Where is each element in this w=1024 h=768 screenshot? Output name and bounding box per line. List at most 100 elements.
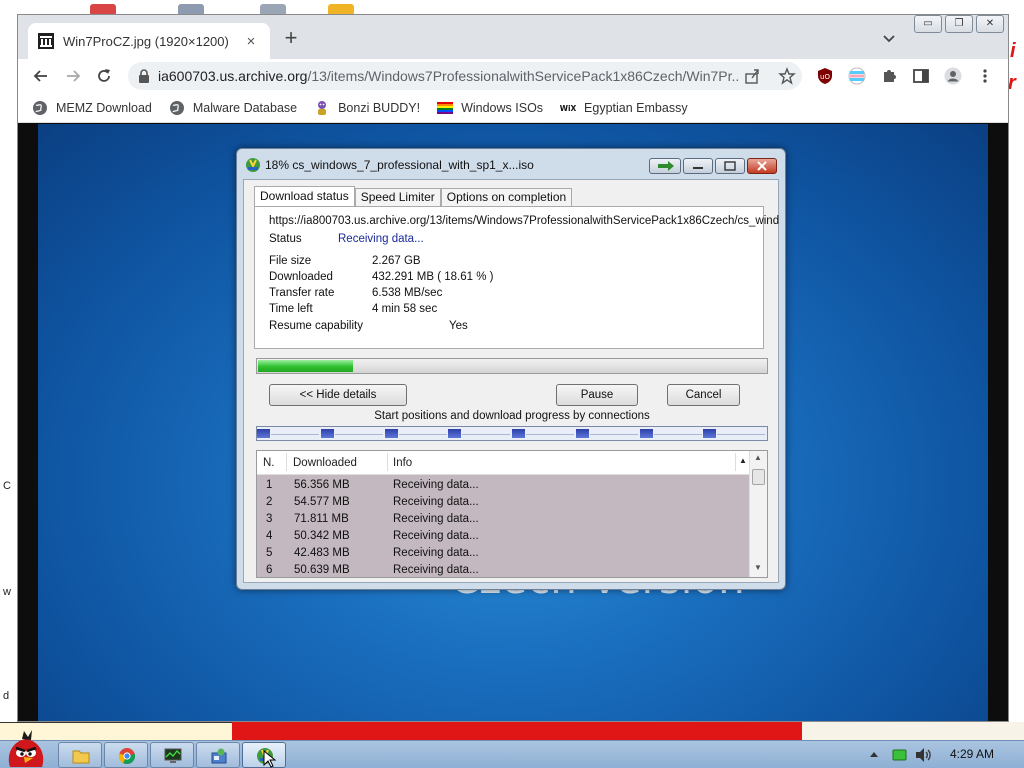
cell-downloaded: 50.342 MB bbox=[294, 530, 350, 542]
back-arrow-icon[interactable] bbox=[32, 67, 50, 85]
extension-icon[interactable] bbox=[848, 67, 866, 85]
start-button-angry-bird-icon[interactable] bbox=[4, 727, 48, 768]
column-header-downloaded[interactable]: Downloaded bbox=[293, 457, 357, 469]
detail-label: Transfer rate bbox=[269, 287, 335, 299]
bookmarks-bar: MEMZ Download Malware Database Bonzi BUD… bbox=[18, 93, 1008, 123]
dialog-hide-to-tray-button[interactable] bbox=[649, 158, 681, 174]
connection-track bbox=[462, 434, 510, 435]
taskbar-task-manager[interactable] bbox=[150, 742, 194, 768]
window-controls: ▭ ❐ ✕ bbox=[914, 15, 1008, 35]
tab-close-icon[interactable]: × bbox=[242, 33, 260, 50]
minimize-button[interactable]: ▭ bbox=[914, 15, 942, 33]
volume-icon[interactable] bbox=[914, 747, 932, 763]
bonzi-icon bbox=[318, 100, 327, 115]
address-bar[interactable]: ia600703.us.archive.org/13/items/Windows… bbox=[128, 62, 802, 90]
taskbar-idm[interactable] bbox=[242, 742, 286, 768]
bookmark-windows-isos[interactable]: Windows ISOs bbox=[437, 100, 543, 116]
bookmark-memz[interactable]: MEMZ Download bbox=[32, 100, 152, 116]
bookmark-label: Egyptian Embassy bbox=[584, 100, 688, 115]
show-hidden-icons-icon[interactable] bbox=[868, 749, 880, 761]
tab-search-icon[interactable] bbox=[880, 29, 898, 47]
close-button[interactable]: ✕ bbox=[976, 15, 1004, 33]
connections-list-header: N. Downloaded Info ▲ bbox=[257, 451, 749, 475]
connection-segment bbox=[703, 429, 716, 438]
status-value: Receiving data... bbox=[338, 233, 424, 245]
dialog-tabs: Download status Speed Limiter Options on… bbox=[254, 186, 573, 207]
dialog-title: 18% cs_windows_7_professional_with_sp1_x… bbox=[265, 158, 534, 172]
connections-rows: 1 56.356 MB Receiving data... 2 54.577 M… bbox=[257, 475, 749, 577]
detail-value: 6.538 MB/sec bbox=[372, 287, 443, 299]
installer-icon bbox=[211, 748, 227, 764]
chrome-icon bbox=[118, 748, 136, 765]
taskbar-clock[interactable]: 4:29 AM bbox=[950, 747, 994, 761]
resume-capability-row: Resume capability Yes bbox=[269, 320, 468, 332]
cell-n: 2 bbox=[266, 496, 273, 508]
dialog-titlebar: 18% cs_windows_7_professional_with_sp1_x… bbox=[245, 155, 534, 175]
bookmark-star-icon[interactable] bbox=[778, 67, 796, 85]
column-header-info[interactable]: Info bbox=[393, 457, 412, 469]
hide-details-button[interactable]: << Hide details bbox=[269, 384, 407, 406]
table-row[interactable]: 3 71.811 MB Receiving data... bbox=[257, 511, 749, 528]
monitor-icon bbox=[164, 748, 182, 763]
url-host: ia600703.us.archive.org bbox=[158, 68, 308, 84]
connection-segment bbox=[448, 429, 461, 438]
dialog-maximize-button[interactable] bbox=[715, 158, 745, 174]
table-row[interactable]: 2 54.577 MB Receiving data... bbox=[257, 494, 749, 511]
bookmark-malware-database[interactable]: Malware Database bbox=[169, 100, 297, 116]
connections-list[interactable]: N. Downloaded Info ▲ 1 56.356 MB Receivi… bbox=[256, 450, 768, 578]
tab-title: Win7ProCZ.jpg (1920×1200) bbox=[63, 33, 229, 49]
mouse-cursor-icon bbox=[263, 750, 277, 768]
new-tab-button[interactable]: + bbox=[279, 27, 303, 51]
forward-arrow-icon[interactable] bbox=[64, 67, 82, 85]
reload-icon[interactable] bbox=[95, 67, 113, 85]
dialog-minimize-button[interactable] bbox=[683, 158, 713, 174]
more-menu-icon[interactable] bbox=[976, 67, 994, 85]
scrollbar-thumb[interactable] bbox=[752, 469, 765, 485]
bookmark-bonzi-buddy[interactable]: Bonzi BUDDY! bbox=[314, 100, 420, 116]
scroll-down-icon[interactable]: ▼ bbox=[754, 563, 762, 572]
scroll-up-icon[interactable]: ▲ bbox=[754, 453, 762, 462]
detail-label: Time left bbox=[269, 303, 313, 315]
cell-n: 6 bbox=[266, 564, 273, 576]
taskbar-chrome[interactable] bbox=[104, 742, 148, 768]
url-text[interactable]: ia600703.us.archive.org/13/items/Windows… bbox=[158, 68, 740, 84]
table-row[interactable]: 5 42.483 MB Receiving data... bbox=[257, 545, 749, 562]
table-row[interactable]: 4 50.342 MB Receiving data... bbox=[257, 528, 749, 545]
side-panel-icon[interactable] bbox=[912, 67, 930, 85]
battery-icon[interactable] bbox=[892, 747, 908, 763]
cell-info: Receiving data... bbox=[393, 547, 479, 559]
table-row[interactable]: 1 56.356 MB Receiving data... bbox=[257, 477, 749, 494]
taskbar-app[interactable] bbox=[196, 742, 240, 768]
restore-button[interactable]: ❐ bbox=[945, 15, 973, 33]
detail-value: 432.291 MB ( 18.61 % ) bbox=[372, 271, 494, 283]
tab-download-status[interactable]: Download status bbox=[254, 186, 355, 207]
table-row[interactable]: 6 50.639 MB Receiving data... bbox=[257, 562, 749, 577]
cell-n: 5 bbox=[266, 547, 273, 559]
connection-track bbox=[590, 434, 638, 435]
tab-options-on-completion[interactable]: Options on completion bbox=[440, 188, 573, 207]
browser-tab[interactable]: Win7ProCZ.jpg (1920×1200) × bbox=[28, 23, 270, 59]
cancel-button[interactable]: Cancel bbox=[667, 384, 740, 406]
cell-downloaded: 42.483 MB bbox=[294, 547, 350, 559]
svg-text:uO: uO bbox=[820, 73, 830, 81]
share-icon[interactable] bbox=[744, 68, 760, 84]
bookmark-egyptian-embassy[interactable]: WiX Egyptian Embassy bbox=[560, 100, 688, 116]
idm-icon bbox=[246, 158, 260, 172]
puzzle-extensions-icon[interactable] bbox=[880, 67, 898, 85]
connections-scrollbar[interactable]: ▲ ▼ bbox=[749, 451, 767, 577]
connection-track bbox=[335, 434, 383, 435]
dialog-close-button[interactable] bbox=[747, 158, 777, 174]
ublock-origin-icon[interactable]: uO bbox=[816, 67, 834, 85]
connection-segment bbox=[385, 429, 398, 438]
tab-speed-limiter[interactable]: Speed Limiter bbox=[354, 188, 441, 207]
column-separator bbox=[735, 453, 736, 471]
taskbar-explorer[interactable] bbox=[58, 742, 102, 768]
rainbow-flag-icon bbox=[437, 101, 454, 114]
tab-strip: Win7ProCZ.jpg (1920×1200) × + ▭ ❐ ✕ bbox=[18, 15, 1008, 59]
bookmark-label: MEMZ Download bbox=[56, 100, 152, 115]
pause-button[interactable]: Pause bbox=[556, 384, 638, 406]
connection-track bbox=[271, 434, 319, 435]
profile-avatar-icon[interactable] bbox=[944, 67, 962, 85]
cell-info: Receiving data... bbox=[393, 496, 479, 508]
column-header-n[interactable]: N. bbox=[263, 457, 275, 469]
